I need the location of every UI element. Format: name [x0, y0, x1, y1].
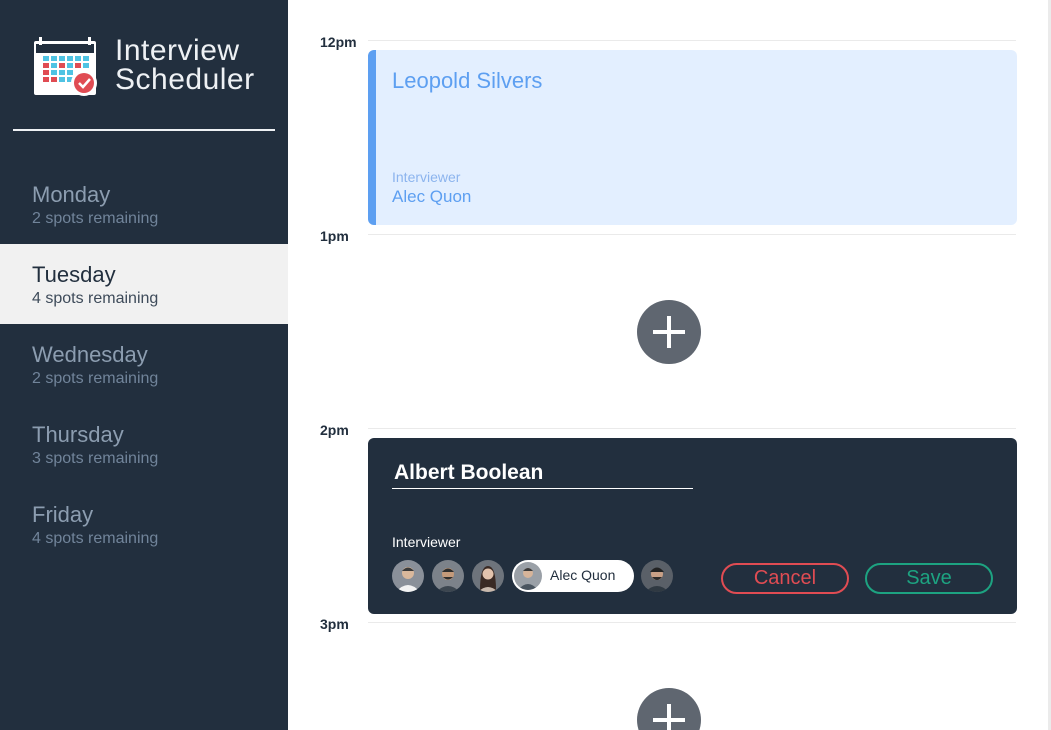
hour-separator — [368, 428, 1016, 429]
cancel-button[interactable]: Cancel — [721, 563, 849, 594]
app-title-line2: Scheduler — [115, 63, 255, 96]
day-spots: 2 spots remaining — [32, 210, 159, 227]
day-name: Wednesday — [32, 342, 148, 367]
sidebar: Interview Scheduler Monday 2 spots remai… — [0, 0, 288, 730]
interviewer-avatar[interactable] — [432, 560, 464, 592]
day-item-wednesday[interactable]: Wednesday 2 spots remaining — [0, 324, 288, 404]
day-spots: 3 spots remaining — [32, 450, 159, 467]
hour-separator — [368, 622, 1016, 623]
time-label: 1pm — [320, 228, 349, 244]
day-name: Monday — [32, 182, 111, 207]
interviewer-avatar[interactable] — [392, 560, 424, 592]
add-appointment-button[interactable] — [637, 300, 701, 364]
day-name: Thursday — [32, 422, 124, 447]
time-label: 2pm — [320, 422, 349, 438]
app-title-line1: Interview — [115, 34, 240, 67]
day-name: Friday — [32, 502, 94, 527]
interviewer-label: Interviewer — [392, 534, 461, 550]
interviewer-avatar[interactable] — [472, 560, 504, 592]
interviewer-name: Alec Quon — [392, 187, 472, 206]
add-appointment-button[interactable] — [637, 688, 701, 730]
day-item-thursday[interactable]: Thursday 3 spots remaining — [0, 404, 288, 484]
save-button[interactable]: Save — [865, 563, 993, 594]
appointment-form: Interviewer Alec Quon Cancel Save — [368, 438, 1017, 614]
day-item-monday[interactable]: Monday 2 spots remaining — [0, 164, 288, 244]
app-title: Interview Scheduler — [115, 34, 255, 96]
hour-separator — [368, 40, 1016, 41]
day-name: Tuesday — [32, 262, 116, 287]
student-name: Leopold Silvers — [392, 68, 543, 93]
add-appointment-icon — [653, 704, 685, 730]
selected-interviewer-name: Alec Quon — [550, 567, 616, 583]
day-spots: 2 spots remaining — [32, 370, 159, 387]
sidebar-divider — [13, 129, 275, 131]
time-label: 3pm — [320, 616, 349, 632]
day-spots: 4 spots remaining — [32, 530, 159, 547]
interviewer-label: Interviewer — [392, 169, 461, 185]
selected-interviewer[interactable]: Alec Quon — [512, 560, 634, 592]
booked-appointment[interactable]: Leopold Silvers Interviewer Alec Quon — [368, 50, 1017, 225]
interviewer-avatar — [514, 562, 542, 590]
calendar-logo-icon — [33, 36, 99, 98]
interviewer-avatar[interactable] — [641, 560, 673, 592]
add-appointment-icon — [653, 316, 685, 348]
schedule: 12pm Leopold Silvers Interviewer Alec Qu… — [288, 0, 1051, 730]
student-name-input[interactable] — [392, 458, 693, 489]
day-item-tuesday[interactable]: Tuesday 4 spots remaining — [0, 244, 288, 324]
day-spots: 4 spots remaining — [32, 290, 159, 307]
time-label: 12pm — [320, 34, 357, 50]
hour-separator — [368, 234, 1016, 235]
day-item-friday[interactable]: Friday 4 spots remaining — [0, 484, 288, 564]
